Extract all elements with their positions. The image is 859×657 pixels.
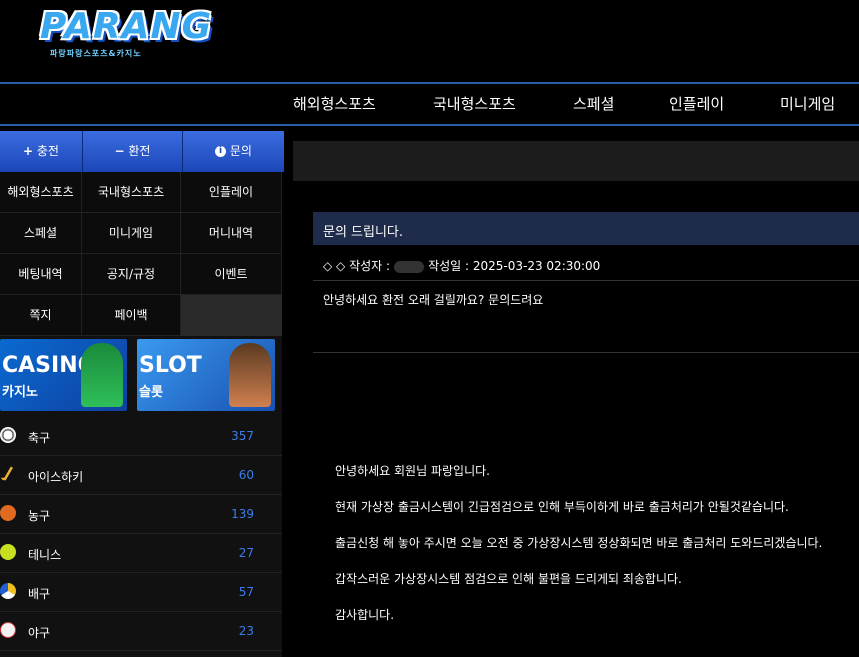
withdraw-button[interactable]: − 환전 <box>83 131 183 172</box>
logo-subtitle: 파랑파랑스포츠&카지노 <box>50 49 142 58</box>
reply-line: 안녕하세요 회원님 파랑입니다. <box>335 464 490 478</box>
reply-line: 현재 가상장 출금시스템이 긴급점검으로 인해 부득이하게 바로 출금처리가 안… <box>335 500 789 514</box>
content-header-bar <box>293 141 859 181</box>
hockey-stick-icon <box>1 466 14 481</box>
reply-line: 감사합니다. <box>335 608 395 622</box>
action-buttons: + 충전 − 환전 i 문의 <box>0 131 284 172</box>
sport-count: 57 <box>238 585 254 599</box>
post-title-bar: 문의 드립니다. <box>313 212 859 245</box>
menu-special[interactable]: 스페셜 <box>0 213 82 254</box>
sport-name: 야구 <box>28 626 51 640</box>
reply-line: 출금신청 해 놓아 주시면 오늘 오전 중 가상장시스템 정상화되면 바로 출금… <box>335 536 823 550</box>
sport-name: 농구 <box>28 509 51 523</box>
sport-row-icehockey[interactable]: 아이스하키 60 <box>0 456 282 495</box>
menu-payback[interactable]: 페이백 <box>82 295 181 336</box>
basketball-icon <box>0 505 16 521</box>
reply-line: 갑작스러운 가상장시스템 점검으로 인해 불편을 드리게되 죄송합니다. <box>335 572 682 586</box>
post-author-label: ◇ ◇ 작성자 : <box>323 259 391 273</box>
header: PARANG 파랑파랑스포츠&카지노 <box>0 0 859 82</box>
sport-row-volleyball[interactable]: 배구 57 <box>0 573 282 612</box>
nav-domestic-sports[interactable]: 국내형스포츠 <box>433 93 516 114</box>
menu-bet-history[interactable]: 베팅내역 <box>0 254 82 295</box>
sidebar: + 충전 − 환전 i 문의 해외형스포츠 국내형스포츠 인플레이 스페셜 미니… <box>0 131 284 657</box>
nav-inplay[interactable]: 인플레이 <box>669 93 724 114</box>
slot-banner-sub: 슬롯 <box>139 385 163 400</box>
menu-money-history[interactable]: 머니내역 <box>181 213 282 254</box>
site-logo[interactable]: PARANG 파랑파랑스포츠&카지노 <box>38 6 211 64</box>
post-meta-row: ◇ ◇ 작성자 : 작성일 : 2025-03-23 02:30:00 <box>313 245 859 281</box>
sport-name: 축구 <box>28 431 51 445</box>
main-content: 문의 드립니다. ◇ ◇ 작성자 : 작성일 : 2025-03-23 02:30… <box>293 131 859 657</box>
logo-text: PARANG <box>40 6 213 47</box>
withdraw-label: 환전 <box>128 144 151 158</box>
post-question: 안녕하세요 환전 오래 걸릴까요? 문의드려요 <box>323 293 544 307</box>
menu-empty-cell <box>181 295 282 336</box>
main-nav: 해외형스포츠 국내형스포츠 스페셜 인플레이 미니게임 <box>0 82 859 126</box>
casino-banner-sub: 카지노 <box>2 385 38 400</box>
menu-message[interactable]: 쪽지 <box>0 295 82 336</box>
redacted-author <box>394 260 425 273</box>
menu-overseas-sports[interactable]: 해외형스포츠 <box>0 172 82 213</box>
soccer-ball-icon <box>0 427 16 443</box>
menu-domestic-sports[interactable]: 국내형스포츠 <box>82 172 181 213</box>
sport-row-basketball[interactable]: 농구 139 <box>0 495 282 534</box>
sport-count: 60 <box>238 468 254 482</box>
baseball-icon <box>0 622 16 638</box>
plus-icon: + <box>23 144 34 158</box>
leprechaun-figure-icon <box>81 343 123 407</box>
inquiry-button[interactable]: i 문의 <box>183 131 284 172</box>
sport-row-baseball[interactable]: 야구 23 <box>0 612 282 651</box>
nav-overseas-sports[interactable]: 해외형스포츠 <box>293 93 376 114</box>
post-meta: ◇ ◇ 작성자 : 작성일 : 2025-03-23 02:30:00 <box>323 257 600 274</box>
menu-event[interactable]: 이벤트 <box>181 254 282 295</box>
info-icon: i <box>215 146 227 157</box>
slot-banner[interactable]: SLOT 슬롯 <box>137 339 275 411</box>
tennis-ball-icon <box>0 544 16 560</box>
nav-special[interactable]: 스페셜 <box>573 93 614 114</box>
sport-row-soccer[interactable]: 축구 357 <box>0 417 282 456</box>
sport-count: 27 <box>238 546 254 560</box>
slot-woman-figure-icon <box>229 343 271 407</box>
sport-name: 아이스하키 <box>28 470 84 484</box>
menu-inplay[interactable]: 인플레이 <box>181 172 282 213</box>
minus-icon: − <box>114 144 125 158</box>
sport-count: 23 <box>238 624 254 638</box>
volleyball-icon <box>0 583 16 599</box>
deposit-button[interactable]: + 충전 <box>0 131 83 172</box>
post-title: 문의 드립니다. <box>323 225 404 240</box>
sport-name: 테니스 <box>28 548 62 562</box>
menu-notice-rules[interactable]: 공지/규정 <box>82 254 181 295</box>
sport-row-tennis[interactable]: 테니스 27 <box>0 534 282 573</box>
post-divider <box>313 352 859 353</box>
sport-count: 357 <box>231 429 254 443</box>
slot-banner-title: SLOT <box>139 353 202 378</box>
inquiry-label: 문의 <box>229 144 252 158</box>
nav-minigame[interactable]: 미니게임 <box>780 93 835 114</box>
sport-name: 배구 <box>28 587 51 601</box>
casino-banner[interactable]: CASINO 카지노 <box>0 339 127 411</box>
post-date: 작성일 : 2025-03-23 02:30:00 <box>428 259 601 273</box>
menu-minigame[interactable]: 미니게임 <box>82 213 181 254</box>
sport-count: 139 <box>231 507 254 521</box>
deposit-label: 충전 <box>36 144 59 158</box>
